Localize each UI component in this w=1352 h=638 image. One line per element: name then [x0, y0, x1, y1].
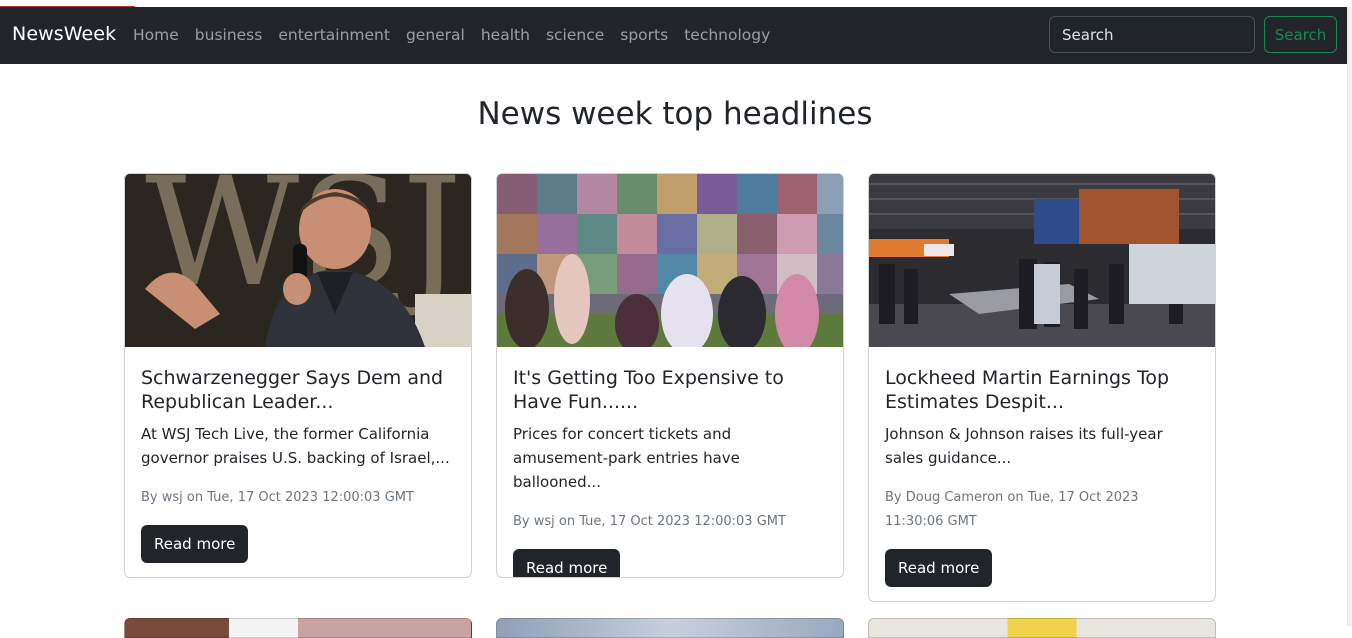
card-title[interactable]: Schwarzenegger Says Dem and Republican L… — [141, 366, 455, 414]
news-card-image-partial — [496, 618, 844, 638]
nav-link-science[interactable]: science — [546, 26, 604, 44]
nav-link-health[interactable]: health — [481, 26, 530, 44]
card-description: At WSJ Tech Live, the former California … — [141, 425, 450, 467]
read-more-button[interactable]: Read more — [141, 525, 249, 563]
card-byline: By wsj on Tue, 17 Oct 2023 12:00:03 GMT — [141, 490, 414, 505]
nav-link-entertainment[interactable]: entertainment — [278, 26, 390, 44]
brand-logo[interactable]: NewsWeek — [12, 23, 116, 45]
news-card: It's Getting Too Expensive to Have Fun..… — [496, 173, 844, 578]
card-byline: By Doug Cameron on Tue, 17 Oct 2023 11:3… — [885, 490, 1139, 529]
nav-link-sports[interactable]: sports — [620, 26, 668, 44]
card-byline: By wsj on Tue, 17 Oct 2023 12:00:03 GMT — [513, 514, 786, 529]
man-speaking-microphone-photo: WSJ — [125, 174, 471, 347]
fans-photo-wall-photo — [497, 174, 843, 347]
search-button[interactable]: Search — [1264, 16, 1337, 53]
card-title[interactable]: Lockheed Martin Earnings Top Estimates D… — [885, 366, 1199, 414]
news-card: Lockheed Martin Earnings Top Estimates D… — [868, 173, 1216, 602]
card-description: Johnson & Johnson raises its full-year s… — [885, 425, 1163, 467]
news-card-image-partial — [868, 618, 1216, 638]
read-more-button[interactable]: Read more — [513, 549, 621, 577]
news-card-image-partial — [124, 618, 472, 638]
top-navbar: NewsWeek Home business entertainment gen… — [0, 7, 1347, 64]
card-description: Prices for concert tickets and amusement… — [513, 425, 740, 491]
nav-link-home[interactable]: Home — [133, 26, 179, 44]
window-top-edge — [0, 0, 1352, 8]
nav-link-technology[interactable]: technology — [684, 26, 770, 44]
page-title: News week top headlines — [477, 96, 873, 132]
card-title[interactable]: It's Getting Too Expensive to Have Fun..… — [513, 366, 827, 414]
nav-links: Home business entertainment general heal… — [133, 26, 786, 44]
news-card: WSJ Schwarzenegger Says Dem and Republic… — [124, 173, 472, 578]
nav-link-general[interactable]: general — [406, 26, 465, 44]
aerospace-expo-photo — [869, 174, 1215, 347]
read-more-button[interactable]: Read more — [885, 549, 993, 587]
nav-link-business[interactable]: business — [195, 26, 263, 44]
search-input[interactable] — [1049, 16, 1255, 53]
